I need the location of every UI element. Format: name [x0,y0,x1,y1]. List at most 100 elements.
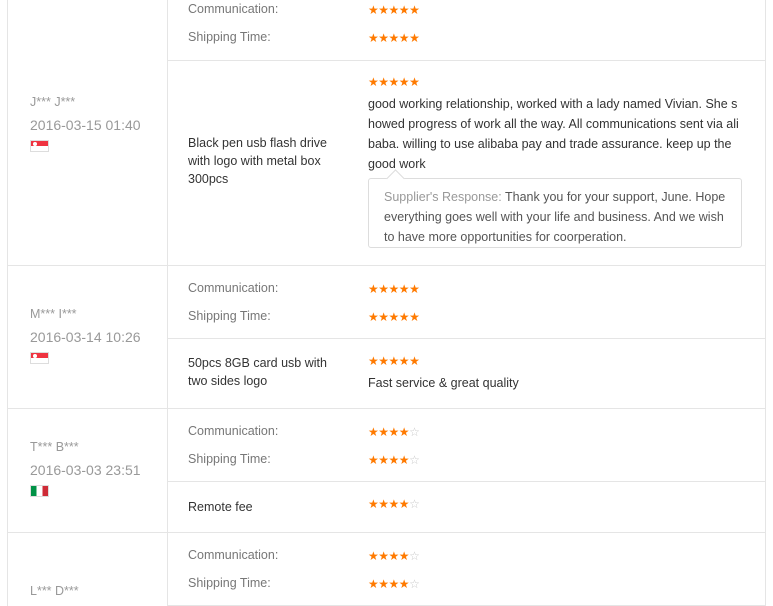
star-filled-icon: ★ [378,310,389,324]
product-name: Remote fee [188,500,253,514]
star-filled-icon: ★ [388,354,400,368]
star-filled-icon: ★ [398,577,410,591]
star-filled-icon: ★ [368,75,379,89]
star-filled-icon: ★ [409,310,420,324]
star-filled-icon: ★ [368,310,379,324]
communication-rating: ★★★★☆ [368,425,420,439]
buyer-info: L*** D*** [30,583,160,599]
communication-label: Communication: [188,2,279,16]
communication-label: Communication: [188,424,279,438]
shipping-time-rating: ★★★★☆ [368,577,420,591]
star-filled-icon: ★ [388,549,400,563]
shipping-time-label: Shipping Time: [188,452,271,466]
review-date: 2016-03-15 01:40 [30,117,141,133]
review-divider [7,265,765,266]
star-filled-icon: ★ [398,310,410,324]
star-filled-icon: ★ [368,31,379,45]
star-empty-icon: ☆ [409,425,420,439]
communication-label: Communication: [188,548,279,562]
star-filled-icon: ★ [368,453,379,467]
star-filled-icon: ★ [398,549,410,563]
product-name: 50pcs 8GB card usb with two sides logo [188,356,327,388]
star-filled-icon: ★ [398,453,410,467]
star-filled-icon: ★ [378,497,389,511]
star-filled-icon: ★ [409,3,420,17]
column-divider [167,0,168,606]
star-filled-icon: ★ [409,31,420,45]
communication-rating: ★★★★★ [368,282,420,296]
review-divider [7,532,765,533]
star-filled-icon: ★ [368,425,379,439]
buyer-info: J*** J*** 2016-03-15 01:40 [30,94,160,152]
star-filled-icon: ★ [409,282,420,296]
supplier-response-label: Supplier's Response: [384,190,502,204]
product-rating: ★★★★☆ [368,497,420,511]
feedback-text: Fast service & great quality [368,376,519,390]
shipping-time-rating: ★★★★★ [368,31,420,45]
star-filled-icon: ★ [388,3,400,17]
star-filled-icon: ★ [378,453,389,467]
row-divider [167,60,765,61]
italy-flag-icon [30,485,49,497]
star-filled-icon: ★ [388,453,400,467]
buyer-name: J*** J*** [30,95,76,109]
star-filled-icon: ★ [388,577,400,591]
star-filled-icon: ★ [378,75,389,89]
star-filled-icon: ★ [409,354,420,368]
product-name: Black pen usb flash drive with logo with… [188,136,327,186]
star-empty-icon: ☆ [409,497,420,511]
product-rating: ★★★★★ [368,354,420,368]
review-divider [7,408,765,409]
star-filled-icon: ★ [398,497,410,511]
communication-label: Communication: [188,281,279,295]
communication-rating: ★★★★★ [368,3,420,17]
star-filled-icon: ★ [378,3,389,17]
star-filled-icon: ★ [388,31,400,45]
table-border-right [765,0,766,606]
review-date: 2016-03-03 23:51 [30,462,141,478]
shipping-time-label: Shipping Time: [188,576,271,590]
star-filled-icon: ★ [378,549,389,563]
star-filled-icon: ★ [398,282,410,296]
star-filled-icon: ★ [388,310,400,324]
row-divider [167,338,765,339]
singapore-flag-icon [30,352,49,364]
star-filled-icon: ★ [368,497,379,511]
star-filled-icon: ★ [388,497,400,511]
star-filled-icon: ★ [398,75,410,89]
star-filled-icon: ★ [398,3,410,17]
star-filled-icon: ★ [368,282,379,296]
buyer-name: L*** D*** [30,584,79,598]
feedback-text: good working relationship, worked with a… [368,97,739,171]
star-filled-icon: ★ [378,425,389,439]
star-filled-icon: ★ [368,3,379,17]
buyer-info: M*** I*** 2016-03-14 10:26 [30,306,160,364]
star-filled-icon: ★ [398,425,410,439]
buyer-name: M*** I*** [30,307,77,321]
star-filled-icon: ★ [368,354,379,368]
table-border-left [7,0,8,606]
buyer-info: T*** B*** 2016-03-03 23:51 [30,439,160,497]
star-empty-icon: ☆ [409,549,420,563]
star-filled-icon: ★ [368,577,379,591]
buyer-name: T*** B*** [30,440,79,454]
star-filled-icon: ★ [409,75,420,89]
feedback-table: Communication: ★★★★★ Shipping Time: ★★★★… [0,0,773,606]
star-filled-icon: ★ [388,75,400,89]
communication-rating: ★★★★☆ [368,549,420,563]
star-filled-icon: ★ [388,425,400,439]
shipping-time-rating: ★★★★☆ [368,453,420,467]
supplier-response: Supplier's Response: Thank you for your … [368,178,742,248]
star-filled-icon: ★ [378,31,389,45]
star-filled-icon: ★ [398,31,410,45]
star-filled-icon: ★ [378,577,389,591]
star-filled-icon: ★ [378,282,389,296]
shipping-time-rating: ★★★★★ [368,310,420,324]
star-empty-icon: ☆ [409,453,420,467]
shipping-time-label: Shipping Time: [188,30,271,44]
star-filled-icon: ★ [388,282,400,296]
product-rating: ★★★★★ [368,75,420,89]
star-filled-icon: ★ [368,549,379,563]
review-date: 2016-03-14 10:26 [30,329,141,345]
star-filled-icon: ★ [398,354,410,368]
